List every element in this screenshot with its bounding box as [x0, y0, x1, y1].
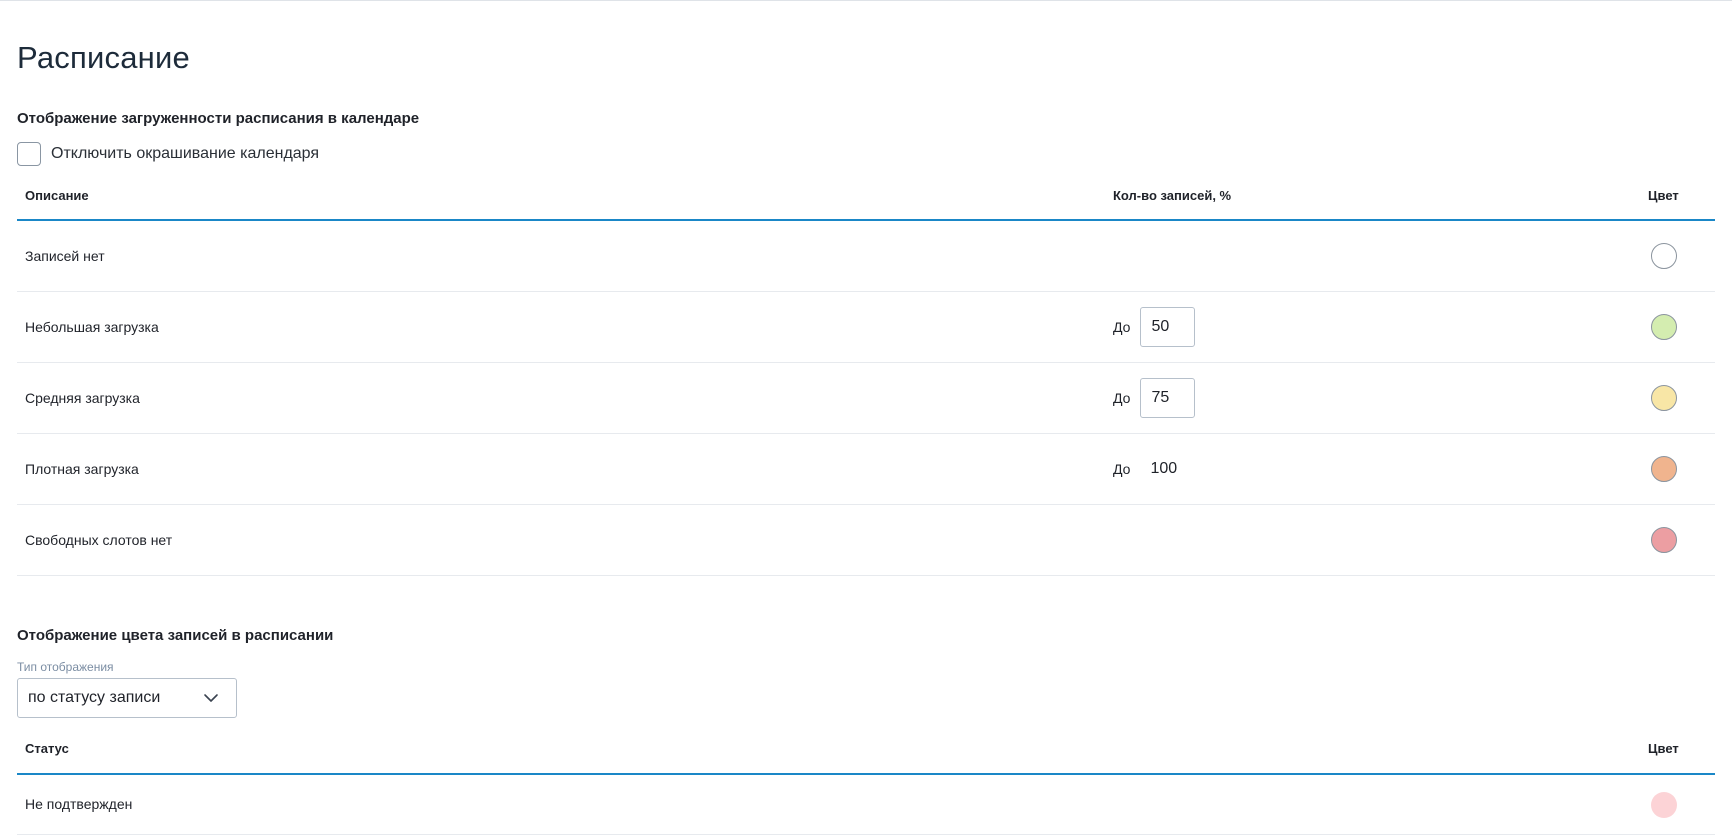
load-row-no-records: Записей нет	[17, 221, 1715, 292]
medium-load-threshold-input[interactable]	[1140, 378, 1196, 418]
table-header: Описание Кол-во записей, % Цвет	[17, 184, 1715, 221]
column-header-color: Цвет	[1648, 188, 1679, 203]
display-type-value[interactable]: по статусу записи	[28, 689, 202, 707]
disable-coloring-checkbox-row[interactable]: Отключить окрашивание календаря	[17, 142, 319, 166]
row-description: Плотная загрузка	[25, 461, 139, 477]
record-colors-section-title: Отображение цвета записей в расписании	[17, 627, 334, 644]
up-to-label: До	[1113, 319, 1131, 335]
disable-coloring-checkbox[interactable]	[17, 142, 41, 166]
column-header-count: Кол-во записей, %	[1113, 188, 1232, 203]
status-color-table: Статус Цвет Не подтвержден	[17, 737, 1715, 835]
top-divider	[0, 0, 1732, 1]
row-description: Небольшая загрузка	[25, 319, 159, 335]
column-header-description: Описание	[25, 188, 89, 203]
calendar-load-section-title: Отображение загруженности расписания в к…	[17, 110, 420, 127]
row-description: Свободных слотов нет	[25, 532, 173, 548]
color-swatch[interactable]	[1651, 527, 1677, 553]
row-status: Не подтвержден	[25, 796, 133, 812]
count-cell: До 100	[1113, 449, 1177, 489]
color-swatch[interactable]	[1651, 792, 1677, 818]
light-load-threshold-input[interactable]	[1140, 307, 1196, 347]
calendar-load-table: Описание Кол-во записей, % Цвет Записей …	[17, 184, 1715, 576]
display-type-select[interactable]: по статусу записи	[17, 678, 237, 718]
load-row-full: Свободных слотов нет	[17, 505, 1715, 576]
chevron-down-icon[interactable]	[202, 689, 220, 707]
table-header: Статус Цвет	[17, 737, 1715, 775]
display-type-label: Тип отображения	[17, 660, 114, 674]
color-swatch[interactable]	[1651, 385, 1677, 411]
row-description: Записей нет	[25, 248, 105, 264]
status-row-unconfirmed: Не подтвержден	[17, 775, 1715, 835]
load-row-light: Небольшая загрузка До	[17, 292, 1715, 363]
up-to-label: До	[1113, 461, 1131, 477]
load-row-medium: Средняя загрузка До	[17, 363, 1715, 434]
column-header-color: Цвет	[1648, 741, 1679, 756]
page-title: Расписание	[17, 40, 190, 75]
row-description: Средняя загрузка	[25, 390, 140, 406]
dense-load-threshold-value: 100	[1150, 460, 1178, 477]
count-cell: До	[1113, 307, 1196, 347]
color-swatch[interactable]	[1651, 243, 1677, 269]
column-header-status: Статус	[25, 741, 69, 756]
count-cell: До	[1113, 378, 1196, 418]
load-row-dense: Плотная загрузка До 100	[17, 434, 1715, 505]
color-swatch[interactable]	[1651, 456, 1677, 482]
up-to-label: До	[1113, 390, 1131, 406]
color-swatch[interactable]	[1651, 314, 1677, 340]
disable-coloring-label[interactable]: Отключить окрашивание календаря	[51, 145, 319, 163]
